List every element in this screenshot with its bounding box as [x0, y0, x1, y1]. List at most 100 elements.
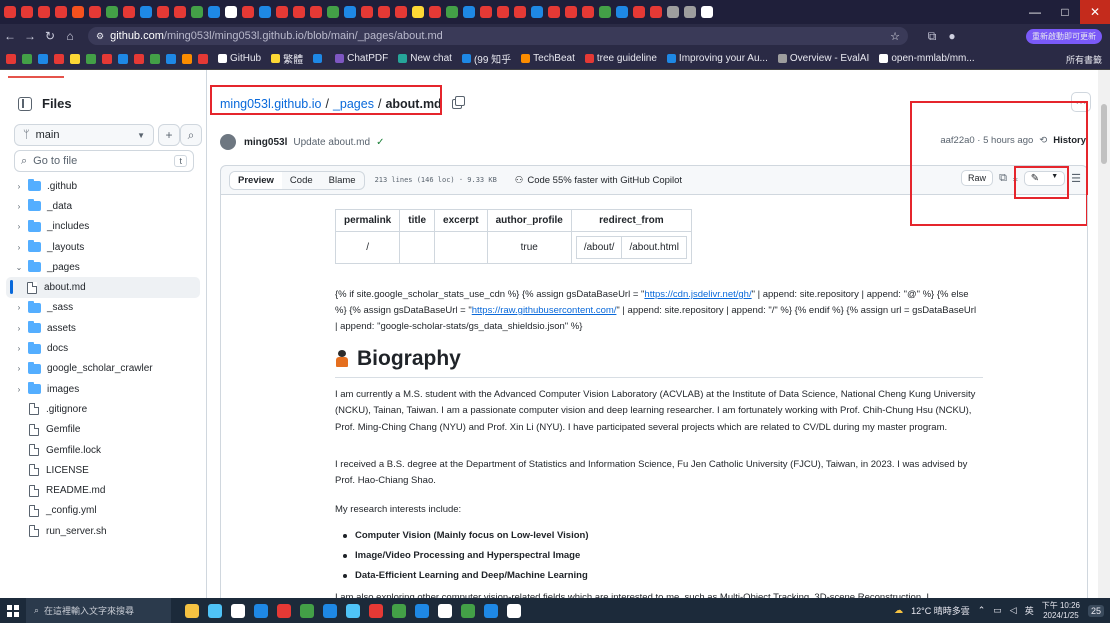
copilot-promo[interactable]: Code 55% faster with GitHub Copilot: [527, 175, 682, 186]
bookmark-item[interactable]: Overview - EvalAI: [777, 53, 869, 64]
chevron-right-icon[interactable]: ›: [14, 364, 24, 373]
browser-tab-favicon[interactable]: [480, 6, 492, 18]
add-file-button[interactable]: +: [158, 124, 180, 146]
browser-tab-favicon[interactable]: [106, 6, 118, 18]
tree-folder[interactable]: › docs: [0, 338, 206, 358]
chevron-right-icon[interactable]: ›: [14, 344, 24, 353]
browser-tab-favicon[interactable]: [242, 6, 254, 18]
browser-tab-favicon[interactable]: [157, 6, 169, 18]
tree-folder[interactable]: › _layouts: [0, 237, 206, 257]
bookmark-favicon[interactable]: [70, 53, 80, 64]
chevron-right-icon[interactable]: ›: [14, 202, 24, 211]
taskbar-app-icon[interactable]: [346, 603, 360, 618]
bookmark-item[interactable]: [313, 54, 325, 63]
browser-tab-favicon[interactable]: [378, 6, 390, 18]
profile-icon[interactable]: ●: [942, 29, 962, 43]
taskbar-app-icon[interactable]: [415, 603, 429, 618]
bookmark-favicon[interactable]: [134, 53, 144, 64]
browser-tab-favicon[interactable]: [259, 6, 271, 18]
browser-tab-favicon[interactable]: [599, 6, 611, 18]
tree-folder[interactable]: › _data: [0, 196, 206, 216]
bookmark-item[interactable]: GitHub: [218, 53, 261, 64]
tree-folder[interactable]: › .github: [0, 176, 206, 196]
commit-author[interactable]: ming053l: [244, 137, 287, 148]
bookmark-item[interactable]: (99 知乎: [461, 51, 511, 66]
bookmark-favicon[interactable]: [38, 53, 48, 64]
browser-tab-favicon[interactable]: [514, 6, 526, 18]
collapse-sidebar-icon[interactable]: [18, 96, 32, 111]
browser-tab-favicon[interactable]: [497, 6, 509, 18]
browser-tab-favicon[interactable]: [21, 6, 33, 18]
browser-tab-favicon[interactable]: [191, 6, 203, 18]
browser-tab-favicon[interactable]: [140, 6, 152, 18]
bookmark-favicon[interactable]: [102, 53, 112, 64]
url-field[interactable]: ⚙ github.com/ming053l/ming053l.github.io…: [88, 27, 908, 45]
tree-folder[interactable]: › images: [0, 379, 206, 399]
tree-file[interactable]: Gemfile: [0, 420, 206, 440]
forward-icon[interactable]: →: [20, 29, 40, 43]
bookmark-favicon[interactable]: [86, 53, 96, 64]
browser-tab-favicon[interactable]: [463, 6, 475, 18]
browser-tab-favicon[interactable]: [4, 6, 16, 18]
tab-code[interactable]: Code: [282, 172, 321, 189]
tree-file[interactable]: _config.yml: [0, 501, 206, 521]
taskbar-app-icon[interactable]: [300, 603, 314, 618]
taskbar-app-icon[interactable]: [438, 603, 452, 618]
browser-tab-favicon[interactable]: [361, 6, 373, 18]
volume-icon[interactable]: ◁: [1010, 605, 1017, 616]
browser-tab-favicon[interactable]: [667, 6, 679, 18]
chevron-down-icon[interactable]: ⌄: [14, 263, 24, 272]
bookmark-item[interactable]: ChatPDF: [335, 53, 388, 64]
bookmark-favicon[interactable]: [182, 53, 192, 64]
browser-tab-favicon[interactable]: [276, 6, 288, 18]
browser-tab-favicon[interactable]: [310, 6, 322, 18]
taskbar-app-icon[interactable]: [231, 603, 245, 618]
bookmark-favicon[interactable]: [166, 53, 176, 64]
browser-tab-favicon[interactable]: [565, 6, 577, 18]
taskbar-app-icon[interactable]: [392, 603, 406, 618]
browser-tab-favicon[interactable]: [548, 6, 560, 18]
bookmark-item[interactable]: 繁體: [271, 51, 303, 66]
bookmark-item[interactable]: New chat: [398, 53, 452, 64]
tray-chevron-icon[interactable]: ⌃: [978, 605, 986, 616]
taskbar-app-icon[interactable]: [323, 603, 337, 618]
all-bookmarks[interactable]: 所有書籤: [1066, 53, 1102, 66]
tree-file[interactable]: README.md: [0, 480, 206, 500]
search-files-button[interactable]: ⌕: [180, 124, 202, 146]
taskbar-app-icon[interactable]: [369, 603, 383, 618]
browser-tab-favicon[interactable]: [38, 6, 50, 18]
bookmark-item[interactable]: Improving your Au...: [666, 53, 768, 64]
back-icon[interactable]: ←: [0, 29, 20, 43]
go-to-file-input[interactable]: ⌕ Go to file t: [14, 150, 194, 172]
start-button[interactable]: [0, 598, 26, 623]
bookmark-star-icon[interactable]: ☆: [890, 30, 900, 43]
bookmark-favicon[interactable]: [22, 53, 32, 64]
bookmark-favicon[interactable]: [118, 53, 128, 64]
taskbar-app-icon[interactable]: [484, 603, 498, 618]
minimize-button[interactable]: —: [1020, 0, 1050, 24]
browser-tab-favicon[interactable]: [701, 6, 713, 18]
chevron-right-icon[interactable]: ›: [14, 182, 24, 191]
browser-tab-favicon[interactable]: [89, 6, 101, 18]
tree-file[interactable]: about.md: [6, 277, 200, 298]
bookmark-favicon[interactable]: [150, 53, 160, 64]
reload-icon[interactable]: ↻: [40, 29, 60, 43]
tree-file[interactable]: .gitignore: [0, 399, 206, 419]
chevron-right-icon[interactable]: ›: [14, 385, 24, 394]
browser-tab-favicon[interactable]: [72, 6, 84, 18]
files-header[interactable]: Files: [18, 96, 72, 111]
browser-tab-favicon[interactable]: [55, 6, 67, 18]
browser-tab-favicon[interactable]: [395, 6, 407, 18]
tab-preview[interactable]: Preview: [230, 171, 282, 189]
browser-tab-favicon[interactable]: [123, 6, 135, 18]
browser-tab-favicon[interactable]: [633, 6, 645, 18]
maximize-button[interactable]: □: [1050, 0, 1080, 24]
tree-folder[interactable]: ⌄ _pages: [0, 257, 206, 277]
taskbar-app-icon[interactable]: [277, 603, 291, 618]
browser-tab-favicon[interactable]: [616, 6, 628, 18]
browser-tab-favicon[interactable]: [684, 6, 696, 18]
chevron-right-icon[interactable]: ›: [14, 303, 24, 312]
notification-badge[interactable]: 25: [1087, 604, 1104, 617]
tree-file[interactable]: LICENSE: [0, 460, 206, 480]
browser-tab-favicon[interactable]: [344, 6, 356, 18]
